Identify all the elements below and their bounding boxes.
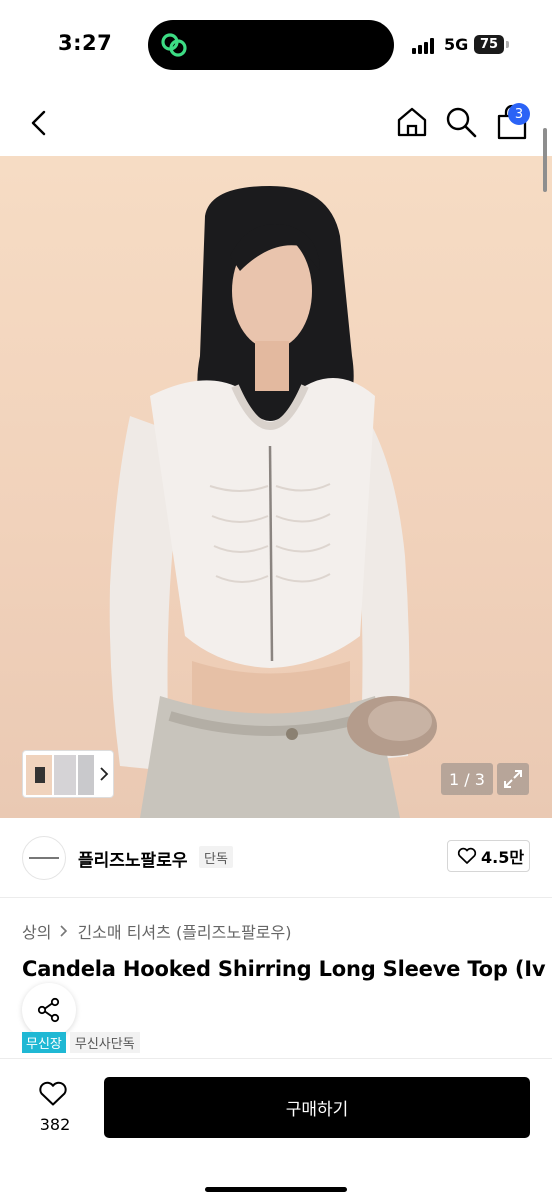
tag-exclusive: 무신사단독 [69, 1032, 140, 1053]
exclusive-badge: 단독 [199, 846, 233, 868]
image-thumbnail-strip[interactable] [22, 750, 114, 798]
chevron-right-icon [60, 925, 68, 937]
brand-like-count: 4.5만 [481, 848, 525, 867]
link-icon [161, 33, 187, 57]
dynamic-island [148, 20, 394, 70]
breadcrumb-subcategory[interactable]: 긴소매 티셔츠 (플리즈노팔로우) [77, 919, 291, 943]
tag-new: 무신장 [22, 1032, 66, 1053]
breadcrumb: 상의 긴소매 티셔츠 (플리즈노팔로우) [22, 919, 291, 943]
signal-icon [412, 38, 434, 54]
search-icon[interactable] [443, 104, 479, 140]
expand-button[interactable] [497, 763, 529, 795]
brand-logo-mark [29, 857, 59, 859]
breadcrumb-category[interactable]: 상의 [22, 919, 51, 943]
product-title: Candela Hooked Shirring Long Sleeve Top … [22, 957, 546, 981]
brand-logo[interactable] [22, 836, 66, 880]
heart-icon [39, 1081, 67, 1106]
brand-like-button[interactable]: 4.5만 [447, 840, 530, 872]
wishlist-button[interactable]: 382 [26, 1079, 84, 1139]
home-icon[interactable] [394, 104, 430, 140]
buy-button[interactable]: 구매하기 [104, 1077, 530, 1138]
status-bar: 3:27 5G 75 [0, 0, 552, 92]
network-type: 5G [444, 35, 469, 54]
cart-count-badge: 3 [508, 103, 530, 125]
page-scrollbar[interactable] [543, 128, 547, 192]
battery-icon: 75 [474, 35, 504, 54]
image-counter: 1 / 3 [441, 763, 493, 795]
product-tags: 무신장 무신사단독 [22, 1032, 140, 1053]
home-indicator [205, 1187, 347, 1192]
top-navigation [0, 92, 552, 156]
heart-icon [457, 847, 477, 864]
product-image[interactable] [0, 156, 552, 818]
status-time: 3:27 [58, 31, 113, 55]
share-button[interactable] [22, 983, 76, 1037]
wishlist-count: 382 [39, 1115, 71, 1134]
expand-icon [504, 770, 522, 788]
battery-cap [506, 41, 509, 48]
share-icon [37, 997, 60, 1023]
chevron-right-icon [100, 767, 109, 781]
bottom-action-bar: 382 구매하기 [0, 1058, 552, 1200]
model-photo [109, 186, 437, 818]
brand-row: 플리즈노팔로우 단독 4.5만 [0, 818, 552, 898]
brand-name[interactable]: 플리즈노팔로우 [78, 846, 187, 871]
battery-level: 75 [479, 37, 499, 52]
back-arrow-icon[interactable] [22, 106, 56, 140]
